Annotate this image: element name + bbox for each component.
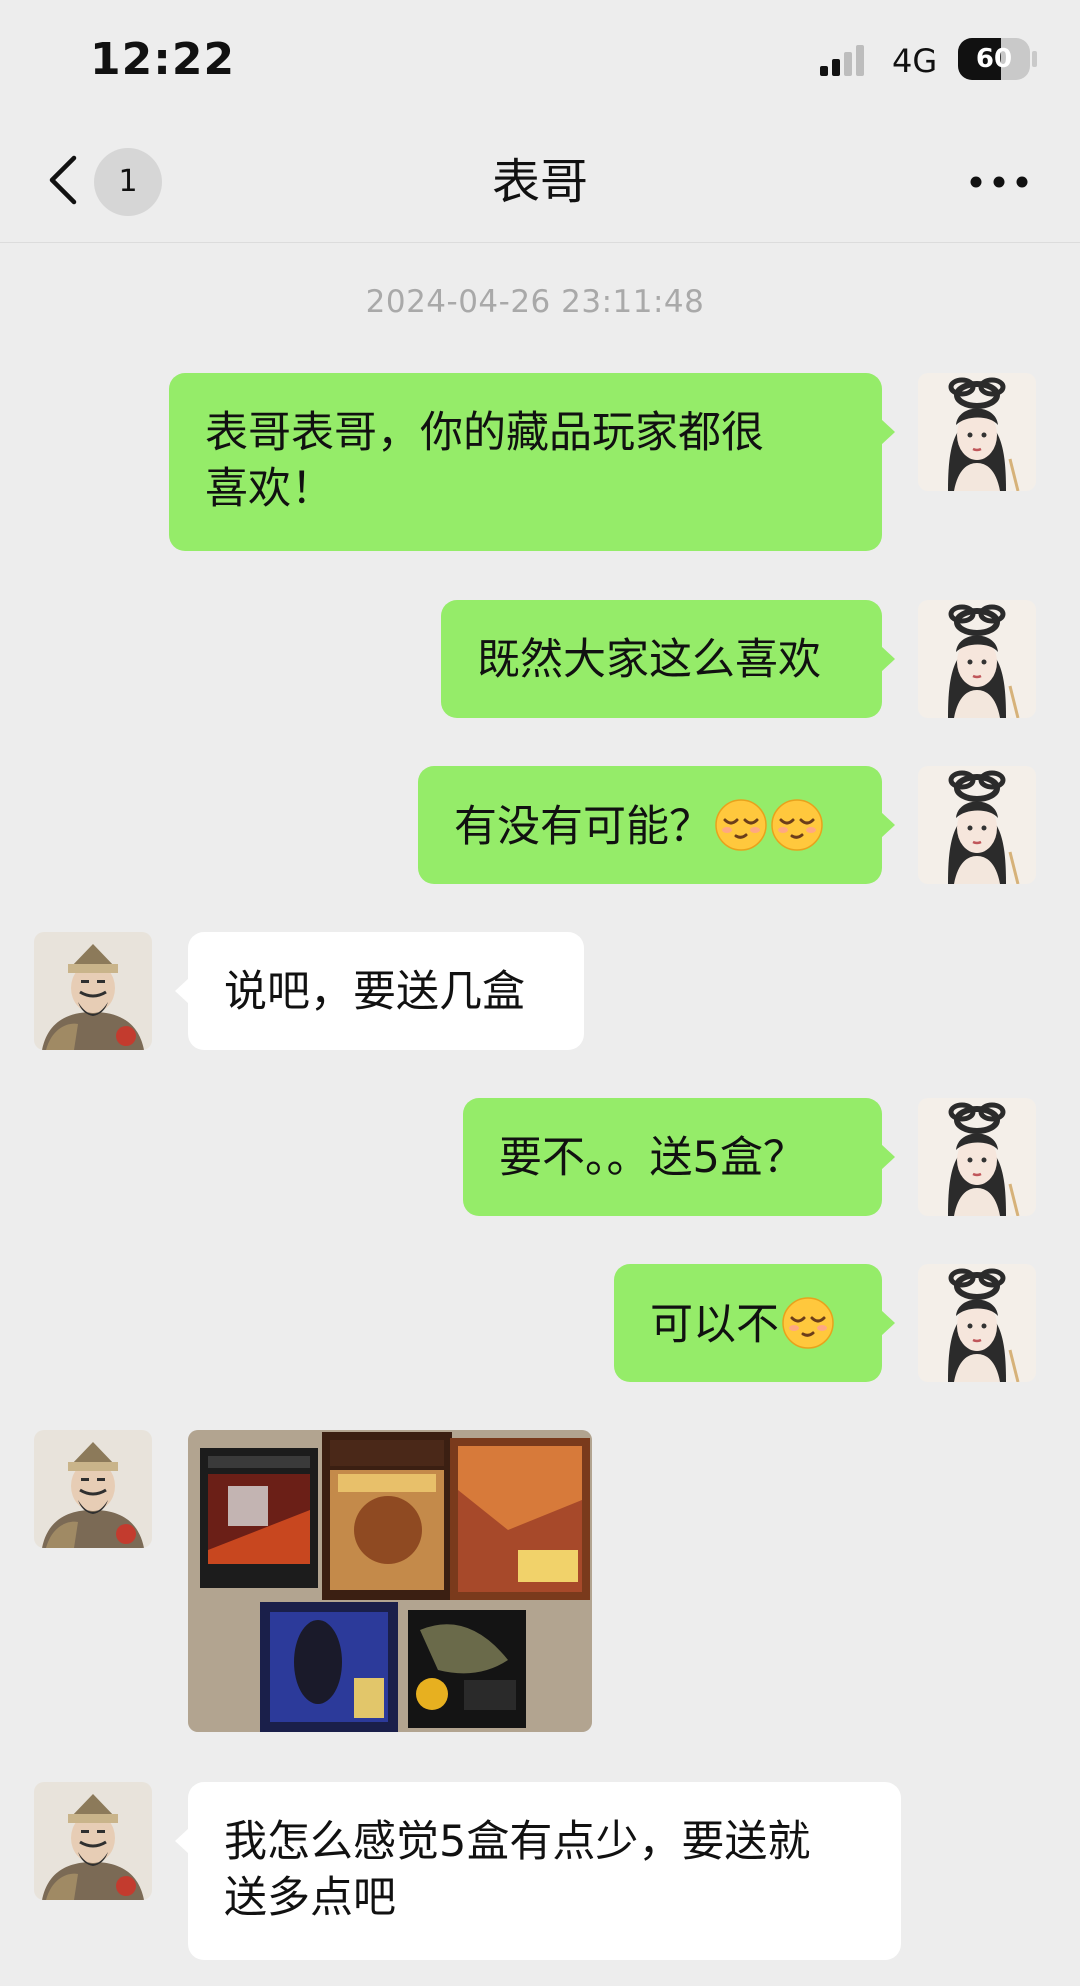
message-text: 要不。。送5盒？: [499, 1133, 806, 1183]
message-timestamp: 2024-04-26 23:11:48: [365, 284, 705, 320]
message-text: 有没有可能？: [454, 802, 712, 852]
battery-level: 60: [975, 44, 1013, 74]
unread-count-badge[interactable]: 1: [94, 148, 162, 216]
my-avatar[interactable]: [918, 766, 1036, 884]
message-text: 可以不: [650, 1300, 779, 1350]
status-bar: 12:22 4G 60: [0, 0, 1080, 120]
message-text-line2: 喜欢！: [205, 464, 334, 514]
battery-icon: 60: [958, 38, 1038, 80]
network-type-label: 4G: [892, 42, 938, 80]
message-text: 既然大家这么喜欢: [477, 635, 821, 685]
smirk-emoji-icon: [770, 798, 824, 852]
my-avatar[interactable]: [918, 1098, 1036, 1216]
my-avatar[interactable]: [918, 1264, 1036, 1382]
my-avatar[interactable]: [918, 373, 1036, 491]
status-time: 12:22: [90, 34, 236, 85]
outgoing-message-bubble[interactable]: 既然大家这么喜欢: [441, 600, 895, 718]
cousin-avatar[interactable]: [34, 1782, 152, 1900]
outgoing-message-bubble[interactable]: 要不。。送5盒？: [463, 1098, 895, 1216]
outgoing-message-bubble[interactable]: 表哥表哥，你的藏品玩家都很 喜欢！: [169, 373, 895, 551]
photo-message[interactable]: [188, 1430, 592, 1732]
outgoing-message-bubble[interactable]: 有没有可能？: [418, 766, 895, 884]
message-text: 我怎么感觉5盒有点少，要送就: [224, 1817, 811, 1867]
more-horizontal-icon[interactable]: [964, 160, 1034, 204]
outgoing-message-bubble[interactable]: 可以不: [614, 1264, 895, 1382]
message-text: 表哥表哥，你的藏品玩家都很: [205, 408, 764, 458]
chat-header: 1 表哥: [0, 120, 1080, 243]
signal-icon: [820, 45, 864, 76]
message-text: 说吧，要送几盒: [224, 967, 525, 1017]
cousin-avatar[interactable]: [34, 1430, 152, 1548]
my-avatar[interactable]: [918, 600, 1036, 718]
smirk-emoji-icon: [714, 798, 768, 852]
cousin-avatar[interactable]: [34, 932, 152, 1050]
incoming-message-bubble[interactable]: 我怎么感觉5盒有点少，要送就 送多点吧: [175, 1782, 901, 1960]
chat-title: 表哥: [491, 154, 588, 210]
chevron-left-icon[interactable]: [40, 150, 90, 210]
incoming-message-bubble[interactable]: 说吧，要送几盒: [175, 932, 584, 1050]
game-boxes-photo: [188, 1430, 592, 1732]
smirk-emoji-icon: [781, 1296, 835, 1350]
message-text-line2: 送多点吧: [224, 1873, 396, 1923]
